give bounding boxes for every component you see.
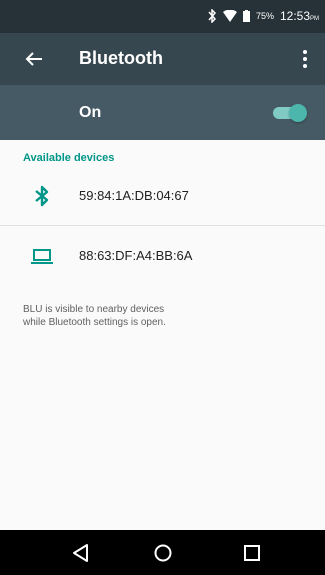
bluetooth-icon xyxy=(208,9,216,23)
bluetooth-master-switch-bar[interactable]: On xyxy=(0,85,325,140)
arrow-left-icon[interactable] xyxy=(22,47,46,71)
device-item[interactable]: 59:84:1A:DB:04:67 xyxy=(0,166,325,224)
battery-percent: 75% xyxy=(255,11,274,21)
wifi-icon xyxy=(222,10,237,22)
visibility-note: BLU is visible to nearby devices while B… xyxy=(23,304,166,328)
toggle-thumb xyxy=(289,104,307,122)
battery-icon xyxy=(242,10,250,22)
status-icons: 75% 12:53PM xyxy=(207,9,319,23)
switch-label: On xyxy=(79,104,102,121)
more-vert-icon[interactable] xyxy=(299,47,311,71)
laptop-icon xyxy=(31,249,53,264)
system-nav-bar xyxy=(0,530,325,575)
page-title: Bluetooth xyxy=(79,48,163,68)
bluetooth-icon xyxy=(35,185,49,207)
clock-ampm: PM xyxy=(310,16,319,22)
clock: 12:53PM xyxy=(280,9,319,23)
device-name: 88:63:DF:A4:BB:6A xyxy=(79,248,193,263)
status-bar: 75% 12:53PM xyxy=(0,0,325,33)
device-name: 59:84:1A:DB:04:67 xyxy=(79,188,189,203)
available-devices-header: Available devices xyxy=(23,152,115,164)
back-triangle-icon[interactable] xyxy=(70,542,92,564)
app-toolbar: Bluetooth xyxy=(0,33,325,85)
clock-time: 12:53 xyxy=(279,9,310,23)
bluetooth-toggle[interactable] xyxy=(269,104,307,122)
device-item[interactable]: 88:63:DF:A4:BB:6A xyxy=(0,226,325,284)
home-circle-icon[interactable] xyxy=(152,542,174,564)
recents-square-icon[interactable] xyxy=(241,542,263,564)
